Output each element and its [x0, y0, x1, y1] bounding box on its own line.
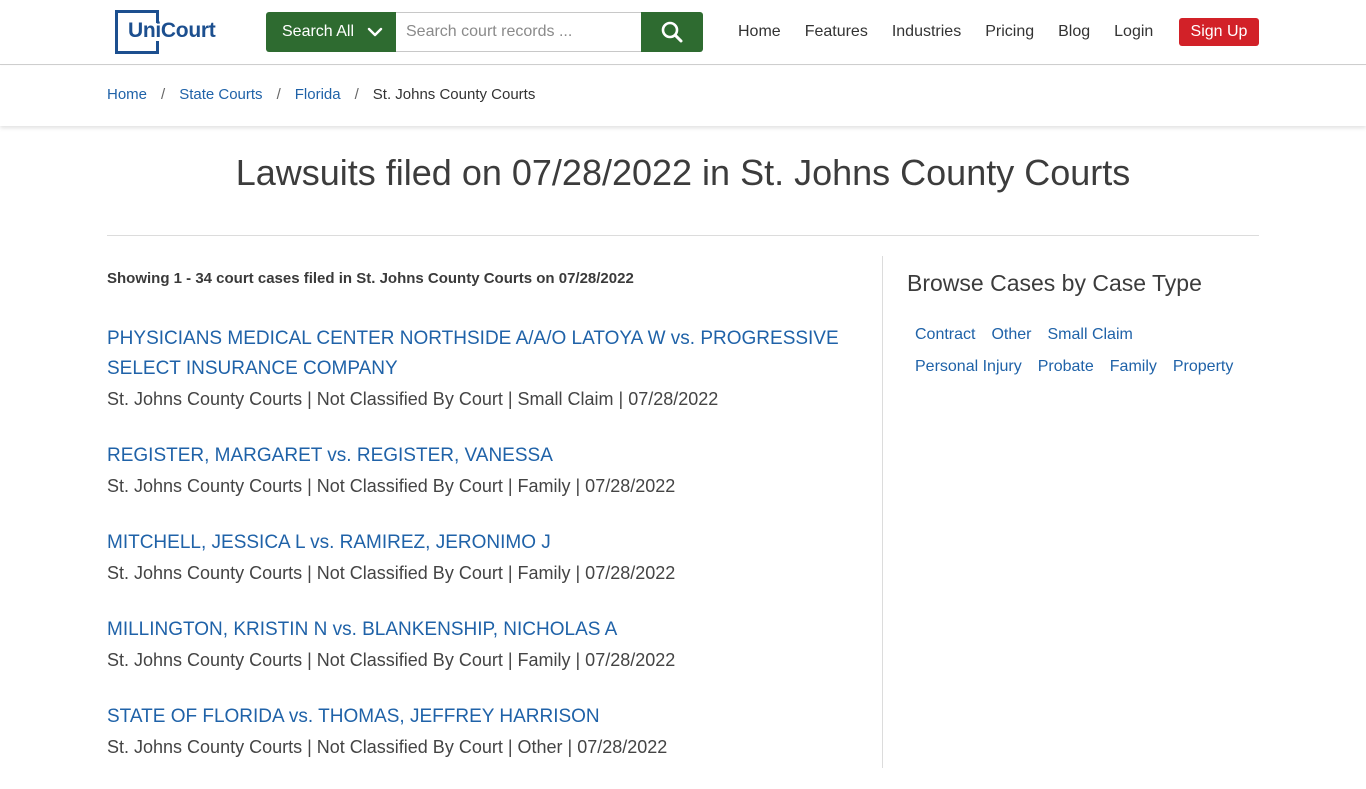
logo-text: UniCourt: [128, 19, 216, 42]
search-button[interactable]: [641, 12, 703, 52]
breadcrumb-separator: /: [276, 86, 281, 103]
case-title-link[interactable]: MILLINGTON, KRISTIN N vs. BLANKENSHIP, N…: [107, 615, 847, 645]
case-meta: St. Johns County Courts | Not Classified…: [107, 737, 668, 757]
sidebar-heading: Browse Cases by Case Type: [907, 270, 1202, 296]
list-item: MILLINGTON, KRISTIN N vs. BLANKENSHIP, N…: [107, 615, 847, 675]
nav-pricing[interactable]: Pricing: [985, 20, 1034, 44]
case-type-family[interactable]: Family: [1102, 351, 1165, 383]
case-title-line: MILLINGTON, KRISTIN N vs. BLANKENSHIP, N…: [107, 619, 618, 640]
nav-blog[interactable]: Blog: [1058, 20, 1090, 44]
case-list: PHYSICIANS MEDICAL CENTER NORTHSIDE A/A/…: [107, 324, 847, 789]
case-title-line: MITCHELL, JESSICA L vs. RAMIREZ, JERONIM…: [107, 532, 551, 553]
column-divider: [882, 256, 883, 768]
nav-features[interactable]: Features: [805, 20, 868, 44]
case-type-property[interactable]: Property: [1165, 351, 1241, 383]
case-type-sidebar: Browse Cases by Case Type Contract Other…: [907, 270, 1259, 383]
case-meta: St. Johns County Courts | Not Classified…: [107, 650, 676, 670]
list-item: MITCHELL, JESSICA L vs. RAMIREZ, JERONIM…: [107, 528, 847, 588]
sign-up-button[interactable]: Sign Up: [1179, 18, 1259, 46]
nav-home[interactable]: Home: [738, 20, 781, 44]
case-meta: St. Johns County Courts | Not Classified…: [107, 476, 676, 496]
case-title-link[interactable]: STATE OF FLORIDA vs. THOMAS, JEFFREY HAR…: [107, 702, 847, 732]
case-meta: St. Johns County Courts | Not Classified…: [107, 389, 719, 409]
main-nav: Home Features Industries Pricing Blog Lo…: [738, 20, 1177, 44]
case-type-personal-injury[interactable]: Personal Injury: [907, 351, 1030, 383]
case-type-contract[interactable]: Contract: [907, 319, 983, 351]
list-item: REGISTER, MARGARET vs. REGISTER, VANESSA…: [107, 441, 847, 501]
nav-industries[interactable]: Industries: [892, 20, 961, 44]
unicourt-logo[interactable]: UniCourt: [115, 10, 216, 54]
case-title-link[interactable]: PHYSICIANS MEDICAL CENTER NORTHSIDE A/A/…: [107, 324, 847, 384]
case-type-list: Contract Other Small Claim Personal Inju…: [907, 319, 1259, 383]
case-type-small-claim[interactable]: Small Claim: [1039, 319, 1140, 351]
search-all-label: Search All: [282, 23, 355, 40]
breadcrumb-home[interactable]: Home: [107, 86, 147, 103]
breadcrumb-current: St. Johns County Courts: [372, 86, 536, 103]
title-divider: [107, 235, 1259, 236]
case-title-line: PHYSICIANS MEDICAL CENTER NORTHSIDE A/A/…: [107, 328, 839, 349]
list-item: PHYSICIANS MEDICAL CENTER NORTHSIDE A/A/…: [107, 324, 847, 414]
breadcrumb-state-courts[interactable]: State Courts: [179, 86, 262, 103]
breadcrumb-florida[interactable]: Florida: [295, 86, 341, 103]
breadcrumb: Home / State Courts / Florida / St. John…: [107, 86, 535, 103]
chevron-down-icon: [367, 27, 383, 37]
search-all-dropdown[interactable]: Search All: [266, 12, 396, 52]
search-bar: Search All: [266, 12, 703, 52]
list-item: STATE OF FLORIDA vs. THOMAS, JEFFREY HAR…: [107, 702, 847, 762]
breadcrumb-separator: /: [161, 86, 166, 103]
case-title-link[interactable]: MITCHELL, JESSICA L vs. RAMIREZ, JERONIM…: [107, 528, 847, 558]
case-meta: St. Johns County Courts | Not Classified…: [107, 563, 676, 583]
case-type-probate[interactable]: Probate: [1030, 351, 1102, 383]
case-type-other[interactable]: Other: [983, 319, 1039, 351]
case-title-link[interactable]: REGISTER, MARGARET vs. REGISTER, VANESSA: [107, 441, 847, 471]
case-title-line: SELECT INSURANCE COMPANY: [107, 358, 398, 379]
search-input[interactable]: [396, 12, 641, 52]
results-count: Showing 1 - 34 court cases filed in St. …: [107, 270, 634, 287]
breadcrumb-bar: Home / State Courts / Florida / St. John…: [0, 66, 1366, 126]
search-icon: [661, 21, 683, 43]
nav-login[interactable]: Login: [1114, 20, 1153, 44]
page-title: Lawsuits filed on 07/28/2022 in St. John…: [235, 152, 1131, 193]
top-navbar: UniCourt Search All Home Features Indust…: [0, 0, 1366, 65]
case-title-line: REGISTER, MARGARET vs. REGISTER, VANESSA: [107, 445, 553, 466]
case-title-line: STATE OF FLORIDA vs. THOMAS, JEFFREY HAR…: [107, 706, 600, 727]
breadcrumb-separator: /: [354, 86, 359, 103]
